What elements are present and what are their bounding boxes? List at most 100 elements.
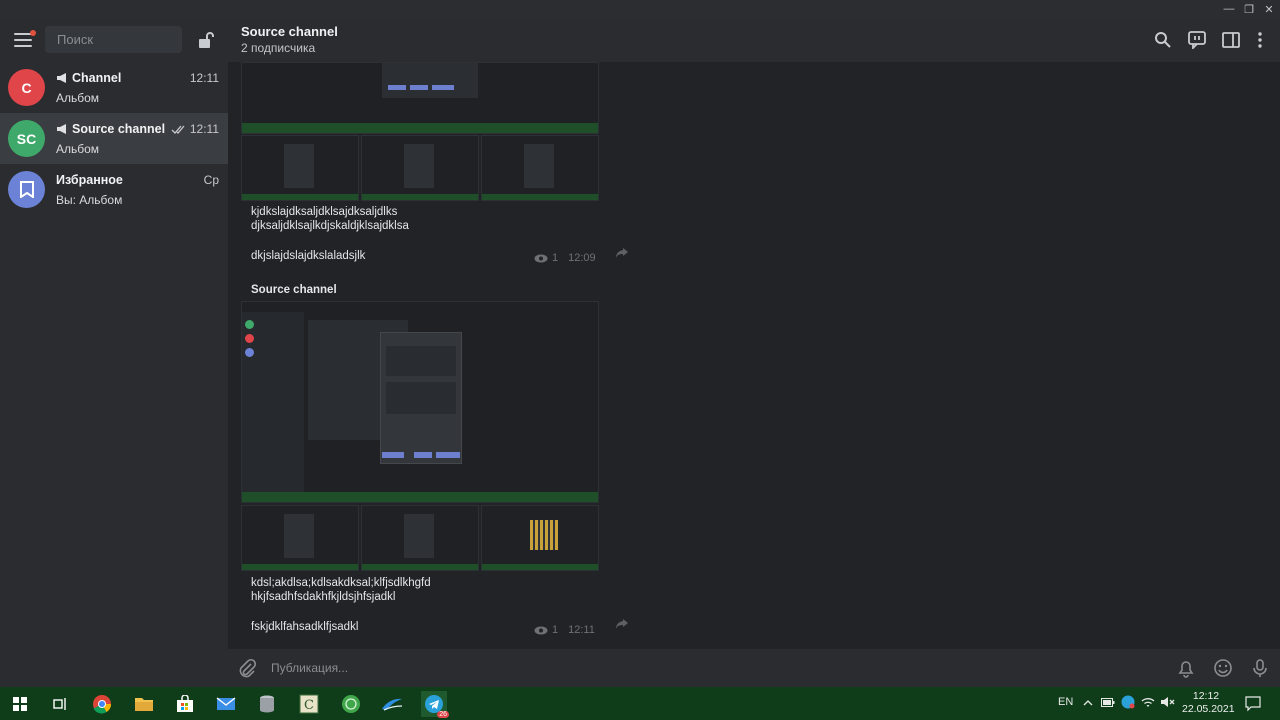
chat-preview: Альбом [56,91,100,105]
language-indicator[interactable]: EN [1058,696,1073,708]
avatar: C [8,69,45,106]
chat-time: 12:11 [190,71,219,85]
svg-text:C: C [304,698,314,713]
bookmark-icon [19,181,34,198]
album-photo-thumb[interactable] [241,505,359,571]
globe-app-icon[interactable] [338,691,364,717]
close-button[interactable]: ✕ [1258,0,1280,18]
chat-item-saved-messages[interactable]: Избранное Ср Вы: Альбом [0,164,228,215]
wifi-icon[interactable] [1141,696,1155,708]
views-icon [534,626,548,634]
chat-name-text: Channel [72,71,122,85]
search-icon[interactable] [1154,31,1172,49]
search-input[interactable]: Поиск [45,26,182,53]
telegram-tray-icon[interactable] [1121,695,1135,709]
chat-time: Ср [204,173,219,187]
mail-icon[interactable] [213,691,239,717]
caption-line: djksaljdklsajlkdjskaldjklsajdklsa [251,220,409,232]
chat-name: Source channel [56,122,165,136]
clock[interactable]: 12:12 22.05.2021 [1182,690,1235,716]
maximize-button[interactable]: ❐ [1238,0,1260,18]
title-bar: — ❐ ✕ [0,0,1280,18]
menu-icon[interactable] [14,30,36,47]
chat-header: Source channel 2 подписчика [228,18,1280,62]
telegram-taskbar-icon[interactable]: 26 [421,691,449,718]
chat-preview: Вы: Альбом [56,193,123,207]
more-options-icon[interactable] [1251,31,1269,49]
clock-time: 12:12 [1192,690,1220,702]
message-input[interactable]: Публикация... [271,661,348,675]
message-text: fskjdklfahsadklfjsadkl [251,621,359,633]
caption-line: kjdkslajdksaljdklsajdksaljdlks [251,206,398,218]
chat-time: 12:11 [171,122,219,136]
album-photo-thumb[interactable] [241,135,359,201]
forward-icon[interactable] [615,618,629,630]
app-swoosh-icon[interactable] [379,691,405,717]
message-time: 12:11 [568,624,595,636]
album-photo-thumb[interactable] [481,505,599,571]
composer: Публикация... [228,649,1280,687]
message-caption: kdsl;akdlsa;kdlsakdksal;klfjsdlkhgfd hkj… [251,576,431,604]
caption-line: kdsl;akdlsa;kdlsakdksal;klfjsdlkhgfd [251,577,431,589]
chat-view: Source channel 2 подписчика kjdkslajdksa… [228,18,1280,687]
megaphone-icon [57,73,66,83]
views-icon [534,254,548,262]
message-feed[interactable]: kjdkslajdksaljdklsajdksaljdlks djksaljdk… [228,62,1280,649]
message-caption: kjdkslajdksaljdklsajdksaljdlks djksaljdk… [251,205,409,233]
action-center-icon[interactable] [1245,696,1261,712]
editor-app-icon[interactable]: C [296,691,322,717]
chat-time-text: 12:11 [189,71,219,85]
album-photo-main[interactable] [241,62,599,134]
album-photo-thumb[interactable] [361,135,479,201]
windows-start-icon[interactable] [7,691,33,717]
chat-item-source-channel[interactable]: SC Source channel 12:11 Альбом [0,113,228,164]
album-photo-thumb[interactable] [361,505,479,571]
message-text: dkjslajdslajdkslaladsjlk [251,250,366,262]
view-count: 1 [552,624,559,636]
forward-icon[interactable] [615,247,629,259]
database-app-icon[interactable] [254,691,280,717]
chat-title[interactable]: Source channel [241,24,338,39]
taskbar: C 26 EN 12:12 22.05.2021 [0,687,1280,720]
album-photo-thumb[interactable] [481,135,599,201]
chrome-icon[interactable] [89,691,115,717]
task-view-icon[interactable] [47,691,73,717]
album-photo-main[interactable] [241,301,599,503]
megaphone-icon [57,124,66,134]
unread-badge: 26 [437,711,449,718]
chat-time-text: Ср [203,173,219,187]
double-check-icon [171,125,185,134]
store-icon[interactable] [172,691,198,717]
bell-icon[interactable] [1176,658,1196,678]
notification-dot [30,30,36,36]
message-author[interactable]: Source channel [251,283,337,297]
search-row: Поиск [0,18,228,62]
chat-name: Channel [56,71,121,85]
volume-muted-icon[interactable] [1160,696,1176,708]
message-meta: 1 12:09 [534,252,596,264]
chat-time-text: 12:11 [189,122,219,136]
avatar [8,171,45,208]
caption-line: hkjfsadhfsdakhfkjldsjhfsjadkl [251,591,396,603]
minimize-button[interactable]: — [1218,0,1240,18]
chat-item-channel[interactable]: C Channel 12:11 Альбом [0,62,228,113]
chat-name: Избранное [56,173,123,187]
microphone-icon[interactable] [1250,658,1270,678]
clock-date: 22.05.2021 [1182,703,1235,715]
avatar: SC [8,120,45,157]
emoji-icon[interactable] [1213,658,1233,678]
message-time: 12:09 [568,252,596,264]
sidebar-toggle-icon[interactable] [1222,31,1240,49]
chat-list-panel: Поиск C Channel 12:11 Альбом SC Source c… [0,18,228,687]
file-explorer-icon[interactable] [131,691,157,717]
battery-icon[interactable] [1101,698,1115,707]
message-meta: 1 12:11 [534,624,595,636]
chat-preview: Альбом [56,142,100,156]
chat-subtitle: 2 подписчика [241,41,316,55]
chat-name-text: Source channel [72,122,166,136]
attach-icon[interactable] [237,658,257,678]
tray-expand-icon[interactable] [1083,699,1093,706]
unlock-icon[interactable] [198,31,214,49]
discussion-icon[interactable] [1188,31,1206,49]
view-count: 1 [552,252,559,264]
